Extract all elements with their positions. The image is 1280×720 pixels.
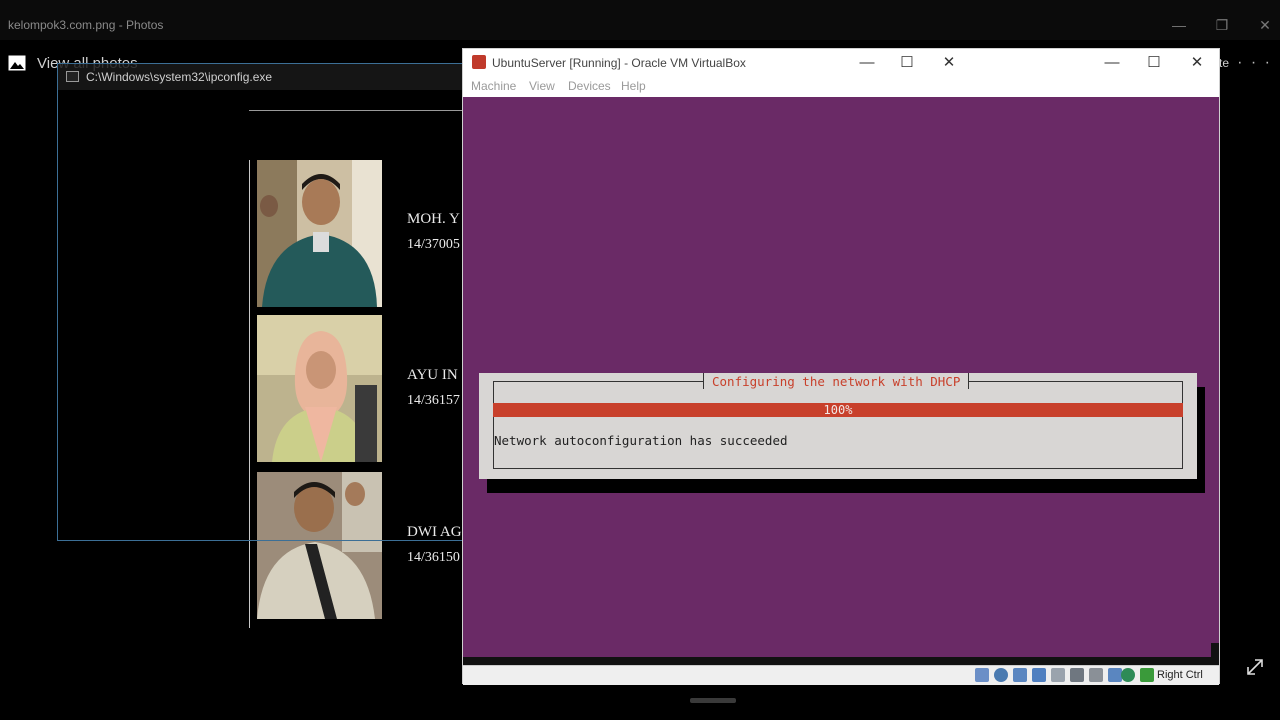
display-icon[interactable] <box>1089 668 1103 682</box>
fullscreen-icon[interactable] <box>1244 656 1266 678</box>
menu-help[interactable]: Help <box>621 79 646 93</box>
optical-drive-icon[interactable] <box>994 668 1008 682</box>
filmstrip-handle[interactable] <box>690 698 736 703</box>
virtualbox-app-icon <box>472 55 486 69</box>
member-nim-3: 14/36150 <box>407 550 460 565</box>
inner-minimize-icon[interactable]: — <box>852 52 882 74</box>
virtualbox-window[interactable]: UbuntuServer [Running] - Oracle VM Virtu… <box>462 48 1220 685</box>
menu-devices[interactable]: Devices <box>568 79 611 93</box>
virtualbox-menubar: Machine View Devices Help <box>463 77 1219 97</box>
photos-titlebar: kelompok3.com.png - Photos — ❐ ✕ <box>0 0 1280 40</box>
vm-display[interactable]: Configuring the network with DHCP 100% N… <box>463 97 1219 657</box>
menu-machine[interactable]: Machine <box>471 79 516 93</box>
usb-icon[interactable] <box>1051 668 1065 682</box>
network-config-dialog: Configuring the network with DHCP 100% N… <box>479 373 1197 479</box>
minimize-icon[interactable]: — <box>1168 14 1190 36</box>
restore-icon[interactable]: ❐ <box>1211 14 1233 36</box>
dialog-title: Configuring the network with DHCP <box>712 374 961 389</box>
hard-disk-icon[interactable] <box>975 668 989 682</box>
photos-window-title: kelompok3.com.png - Photos <box>8 18 164 32</box>
audio-icon[interactable] <box>1013 668 1027 682</box>
toolbar-partial-label[interactable]: te <box>1219 56 1229 70</box>
virtualbox-statusbar: Right Ctrl <box>463 665 1219 685</box>
shared-folders-icon[interactable] <box>1070 668 1084 682</box>
photo-gallery-icon[interactable] <box>8 54 26 72</box>
menu-view[interactable]: View <box>529 79 555 93</box>
inner-close-icon[interactable]: ✕ <box>934 52 964 74</box>
host-key-label: Right Ctrl <box>1157 669 1203 681</box>
inner-maximize-icon[interactable]: ☐ <box>892 52 922 74</box>
vm-cursor <box>1211 643 1219 657</box>
vbox-maximize-icon[interactable]: ☐ <box>1139 52 1169 74</box>
ipconfig-window-title: C:\Windows\system32\ipconfig.exe <box>86 70 273 84</box>
more-options-icon[interactable]: · · · <box>1237 54 1272 72</box>
vbox-close-icon[interactable]: ✕ <box>1182 52 1212 74</box>
status-message: Network autoconfiguration has succeeded <box>494 433 788 448</box>
progress-percent-label: 100% <box>823 403 853 417</box>
network-icon[interactable] <box>1032 668 1046 682</box>
virtualbox-titlebar[interactable]: UbuntuServer [Running] - Oracle VM Virtu… <box>463 49 1219 77</box>
console-icon <box>66 71 79 82</box>
virtualbox-window-title: UbuntuServer [Running] - Oracle VM Virtu… <box>492 56 746 70</box>
host-key-icon[interactable] <box>1140 668 1154 682</box>
mouse-integration-icon[interactable] <box>1121 668 1135 682</box>
dialog-title-box: Configuring the network with DHCP <box>703 373 970 389</box>
dialog-frame <box>493 381 1183 469</box>
close-icon[interactable]: ✕ <box>1254 14 1276 36</box>
vbox-minimize-icon[interactable]: — <box>1097 52 1127 74</box>
progress-bar: 100% <box>493 403 1183 417</box>
video-capture-icon[interactable] <box>1108 668 1122 682</box>
